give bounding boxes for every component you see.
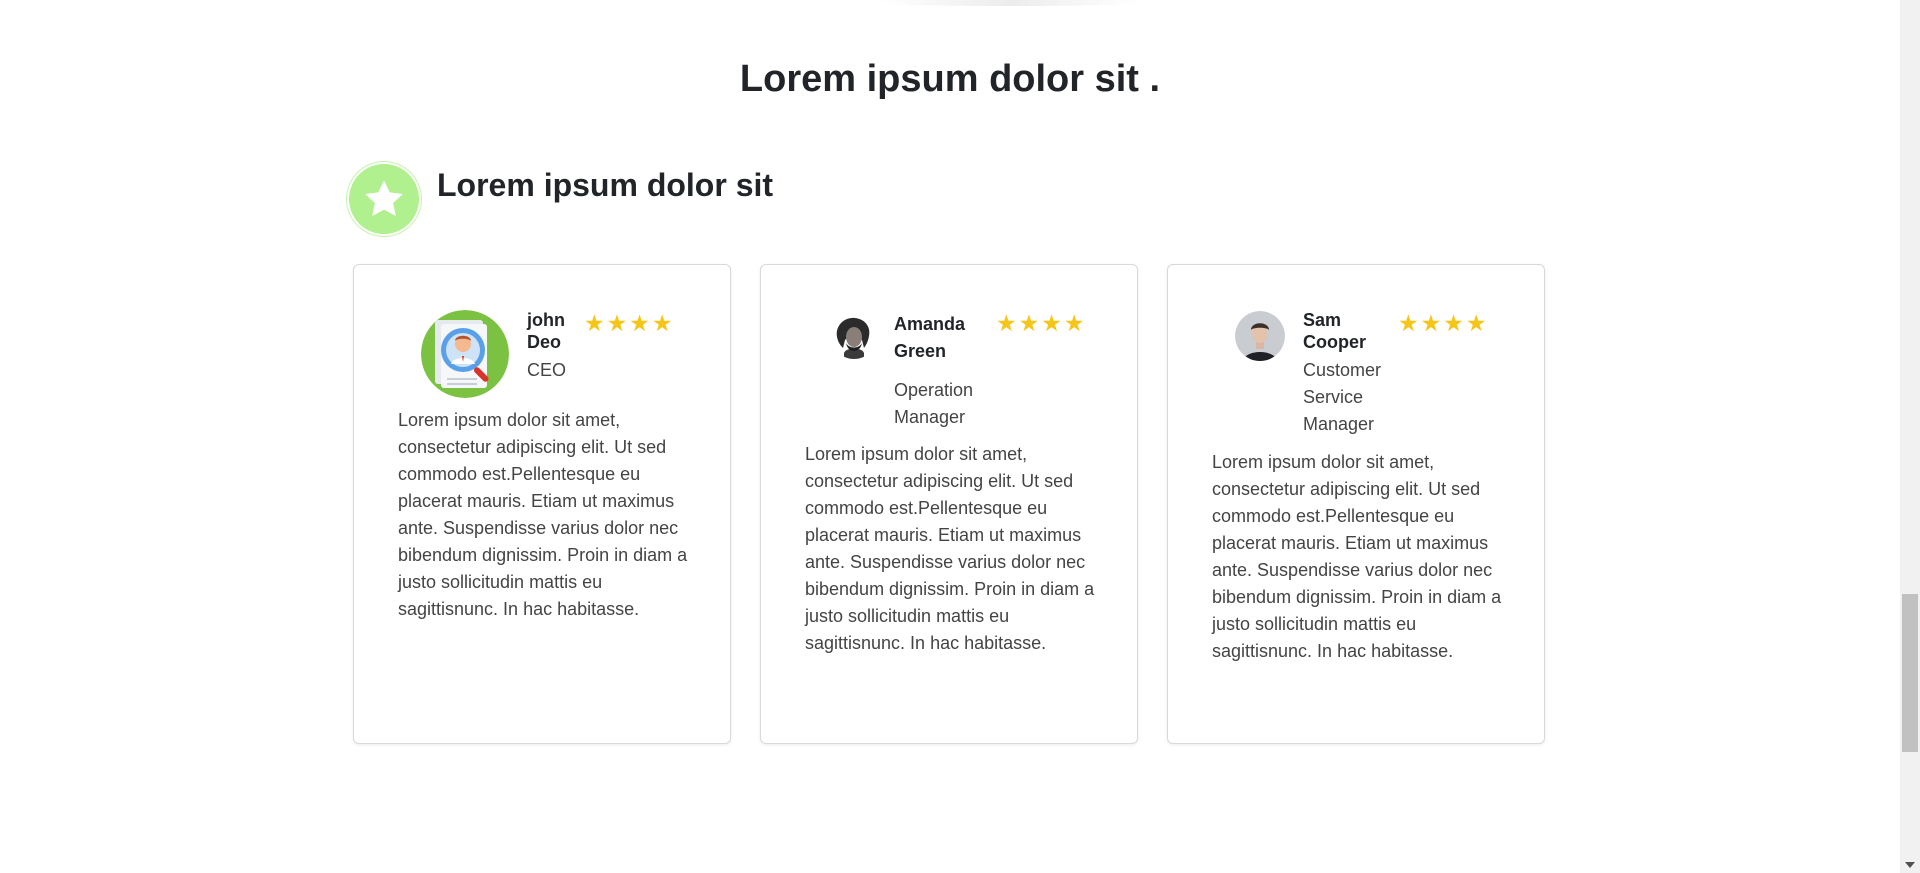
testimonial-text: Lorem ipsum dolor sit amet, consectetur … bbox=[398, 410, 688, 619]
star-icon: ★ bbox=[996, 310, 1017, 336]
reviewer-name: Amanda Green bbox=[894, 314, 966, 361]
star-icon: ★ bbox=[1063, 310, 1085, 336]
star-icon: ★ bbox=[1398, 310, 1419, 336]
testimonial-card: Sam Cooper Customer Service Manager ★ ★ … bbox=[1167, 264, 1545, 744]
star-icon: ★ bbox=[1018, 310, 1040, 336]
testimonial-text: Lorem ipsum dolor sit amet, consectetur … bbox=[1212, 452, 1502, 661]
star-rating: ★ ★ ★ ★ bbox=[1398, 311, 1487, 335]
star-icon: ★ bbox=[629, 310, 650, 336]
section-header: Lorem ipsum dolor sit bbox=[349, 164, 773, 234]
star-icon: ★ bbox=[651, 310, 673, 336]
job-seeker-avatar-icon bbox=[421, 310, 509, 398]
testimonial-card: john Deo CEO ★ ★ ★ ★ Lorem ipsum dolor s… bbox=[353, 264, 731, 744]
page-title: Lorem ipsum dolor sit . bbox=[739, 58, 1161, 100]
previous-section-edge bbox=[880, 0, 1140, 6]
star-icon: ★ bbox=[606, 310, 628, 336]
reviewer-role: CEO bbox=[527, 360, 567, 380]
reviewer-name: Sam Cooper bbox=[1303, 310, 1366, 352]
section-title: Lorem ipsum dolor sit bbox=[437, 166, 774, 203]
star-icon: ★ bbox=[1041, 310, 1062, 336]
star-icon: ★ bbox=[1443, 310, 1464, 336]
star-icon: ★ bbox=[584, 310, 605, 336]
portrait-avatar-icon bbox=[1235, 311, 1285, 361]
star-badge-icon bbox=[349, 164, 419, 234]
scroll-down-arrow-icon[interactable] bbox=[1905, 862, 1915, 868]
reviewer-role: Operation Manager bbox=[894, 380, 974, 427]
scrollbar-thumb[interactable] bbox=[1902, 594, 1918, 752]
reviewer-role: Customer Service Manager bbox=[1303, 360, 1382, 434]
testimonial-text: Lorem ipsum dolor sit amet, consectetur … bbox=[805, 444, 1095, 653]
testimonial-card: Amanda Green Operation Manager ★ ★ ★ ★ L… bbox=[760, 264, 1138, 744]
portrait-avatar-icon bbox=[831, 313, 877, 359]
star-rating: ★ ★ ★ ★ bbox=[996, 311, 1085, 335]
star-icon: ★ bbox=[1465, 310, 1487, 336]
star-icon: ★ bbox=[1420, 310, 1442, 336]
star-rating: ★ ★ ★ ★ bbox=[584, 311, 673, 335]
reviewer-name: john Deo bbox=[527, 310, 565, 352]
